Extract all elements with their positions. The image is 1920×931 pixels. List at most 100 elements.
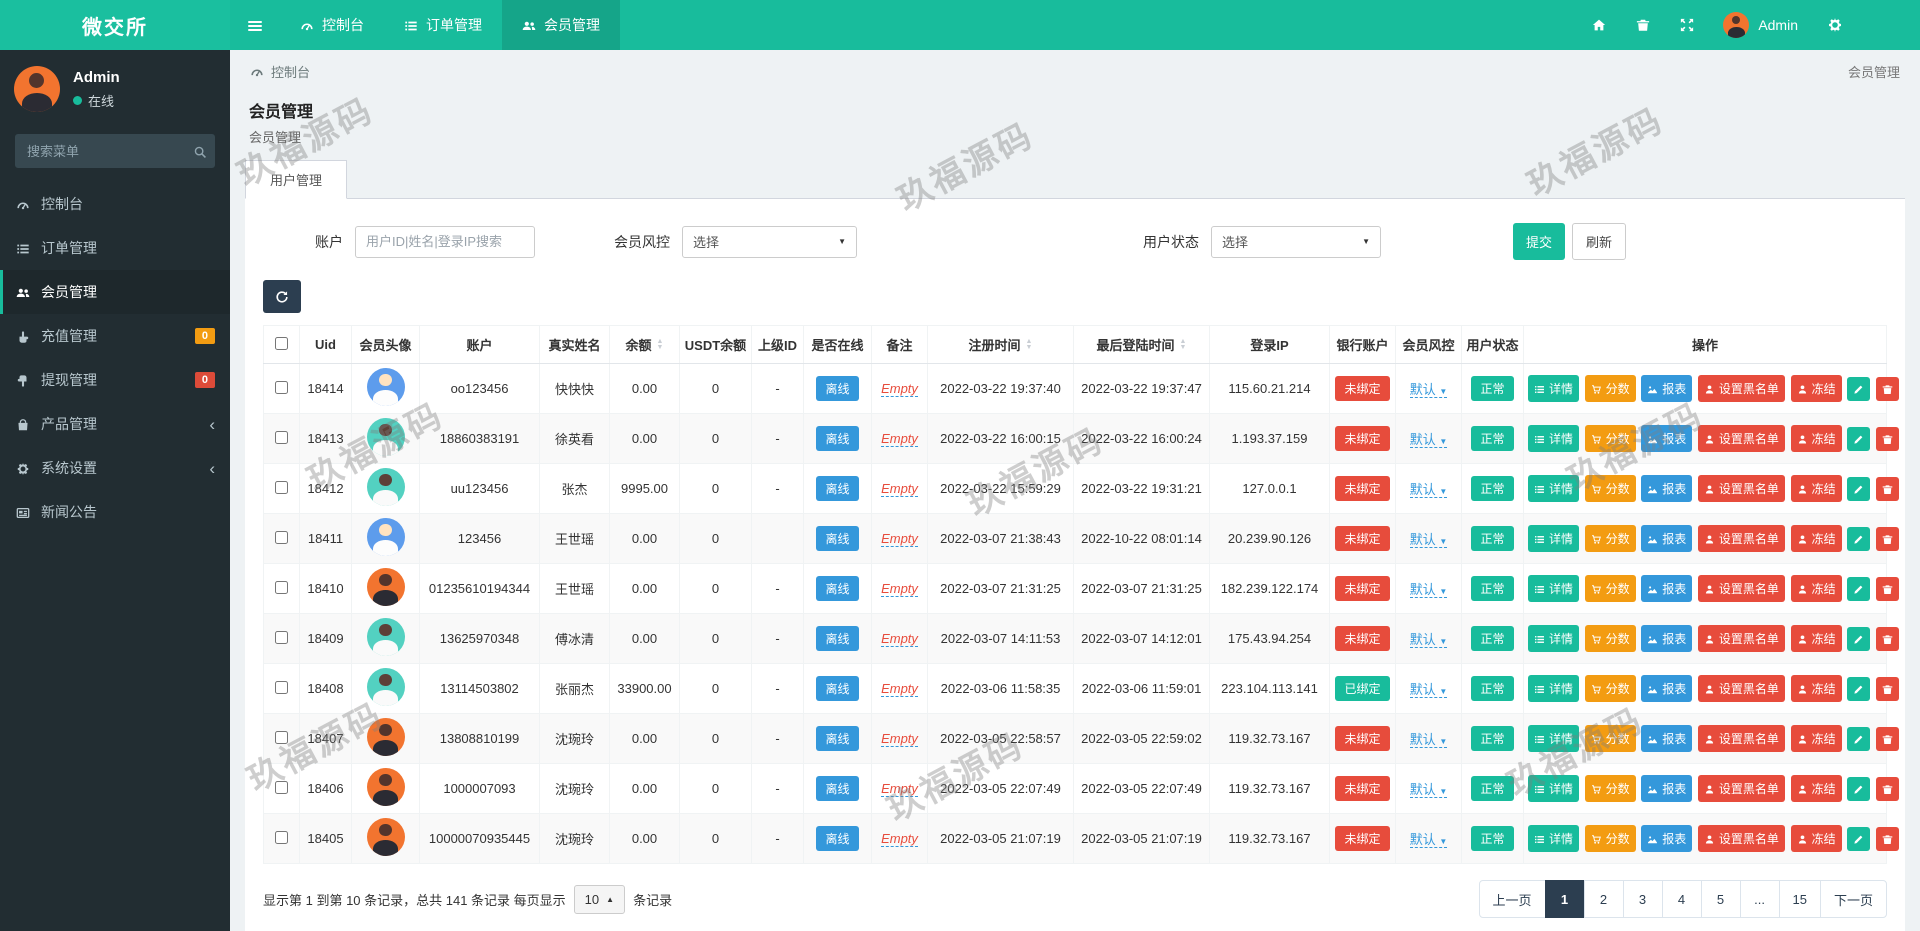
freeze-button[interactable]: 冻结	[1791, 425, 1842, 452]
detail-button[interactable]: 详情	[1528, 625, 1579, 652]
blacklist-button[interactable]: 设置黑名单	[1698, 725, 1785, 752]
nav-item-members[interactable]: 会员管理	[502, 0, 620, 50]
remark-editable-link[interactable]: Empty	[881, 431, 918, 447]
home-icon[interactable]	[1577, 0, 1621, 50]
report-button[interactable]: 报表	[1641, 775, 1692, 802]
score-button[interactable]: 分数	[1585, 825, 1636, 852]
row-checkbox[interactable]	[275, 681, 288, 694]
report-button[interactable]: 报表	[1641, 625, 1692, 652]
risk-select[interactable]: 选择 ▼	[682, 226, 857, 258]
freeze-button[interactable]: 冻结	[1791, 675, 1842, 702]
sidebar-item-orders[interactable]: 订单管理	[0, 226, 230, 270]
risk-control-link[interactable]: 默认 ▼	[1410, 632, 1448, 648]
sort-icon[interactable]: ▲▼	[1180, 339, 1187, 351]
remark-editable-link[interactable]: Empty	[881, 581, 918, 597]
delete-button[interactable]	[1876, 777, 1899, 801]
remark-editable-link[interactable]: Empty	[881, 681, 918, 697]
detail-button[interactable]: 详情	[1528, 825, 1579, 852]
sidebar-item-settings[interactable]: 系统设置 ‹	[0, 446, 230, 490]
delete-button[interactable]	[1876, 577, 1899, 601]
risk-control-link[interactable]: 默认 ▼	[1410, 482, 1448, 498]
risk-control-link[interactable]: 默认 ▼	[1410, 782, 1448, 798]
row-checkbox[interactable]	[275, 831, 288, 844]
menu-search-input[interactable]	[15, 134, 215, 168]
user-menu[interactable]: Admin	[1709, 12, 1812, 38]
row-checkbox[interactable]	[275, 381, 288, 394]
blacklist-button[interactable]: 设置黑名单	[1698, 575, 1785, 602]
remark-editable-link[interactable]: Empty	[881, 831, 918, 847]
edit-button[interactable]	[1847, 577, 1870, 601]
breadcrumb-dashboard-link[interactable]: 控制台	[271, 62, 310, 81]
nav-item-orders[interactable]: 订单管理	[384, 0, 502, 50]
select-all-checkbox[interactable]	[275, 337, 288, 350]
edit-button[interactable]	[1847, 477, 1870, 501]
freeze-button[interactable]: 冻结	[1791, 475, 1842, 502]
edit-button[interactable]	[1847, 677, 1870, 701]
row-checkbox[interactable]	[275, 431, 288, 444]
delete-button[interactable]	[1876, 527, 1899, 551]
blacklist-button[interactable]: 设置黑名单	[1698, 425, 1785, 452]
blacklist-button[interactable]: 设置黑名单	[1698, 825, 1785, 852]
detail-button[interactable]: 详情	[1528, 425, 1579, 452]
sort-icon[interactable]: ▲▼	[1026, 339, 1033, 351]
blacklist-button[interactable]: 设置黑名单	[1698, 475, 1785, 502]
freeze-button[interactable]: 冻结	[1791, 575, 1842, 602]
report-button[interactable]: 报表	[1641, 475, 1692, 502]
blacklist-button[interactable]: 设置黑名单	[1698, 525, 1785, 552]
blacklist-button[interactable]: 设置黑名单	[1698, 675, 1785, 702]
delete-button[interactable]	[1876, 627, 1899, 651]
pagination-button[interactable]: 上一页	[1479, 880, 1546, 918]
risk-control-link[interactable]: 默认 ▼	[1410, 732, 1448, 748]
score-button[interactable]: 分数	[1585, 375, 1636, 402]
account-search-input[interactable]	[355, 226, 535, 258]
pagination-button[interactable]: ...	[1740, 880, 1780, 918]
risk-control-link[interactable]: 默认 ▼	[1410, 382, 1448, 398]
edit-button[interactable]	[1847, 527, 1870, 551]
sidebar-item-withdraw[interactable]: 提现管理 0	[0, 358, 230, 402]
sidebar-item-products[interactable]: 产品管理 ‹	[0, 402, 230, 446]
risk-control-link[interactable]: 默认 ▼	[1410, 682, 1448, 698]
score-button[interactable]: 分数	[1585, 625, 1636, 652]
brand-logo[interactable]: 微交所	[0, 0, 230, 50]
report-button[interactable]: 报表	[1641, 525, 1692, 552]
blacklist-button[interactable]: 设置黑名单	[1698, 775, 1785, 802]
blacklist-button[interactable]: 设置黑名单	[1698, 625, 1785, 652]
report-button[interactable]: 报表	[1641, 825, 1692, 852]
remark-editable-link[interactable]: Empty	[881, 731, 918, 747]
remark-editable-link[interactable]: Empty	[881, 531, 918, 547]
freeze-button[interactable]: 冻结	[1791, 825, 1842, 852]
freeze-button[interactable]: 冻结	[1791, 525, 1842, 552]
detail-button[interactable]: 详情	[1528, 525, 1579, 552]
report-button[interactable]: 报表	[1641, 675, 1692, 702]
row-checkbox[interactable]	[275, 731, 288, 744]
pagination-button[interactable]: 15	[1779, 880, 1821, 918]
risk-control-link[interactable]: 默认 ▼	[1410, 582, 1448, 598]
report-button[interactable]: 报表	[1641, 575, 1692, 602]
score-button[interactable]: 分数	[1585, 475, 1636, 502]
edit-button[interactable]	[1847, 377, 1870, 401]
row-checkbox[interactable]	[275, 581, 288, 594]
remark-editable-link[interactable]: Empty	[881, 381, 918, 397]
edit-button[interactable]	[1847, 627, 1870, 651]
sort-icon[interactable]: ▲▼	[657, 339, 664, 351]
submit-button[interactable]: 提交	[1513, 223, 1565, 260]
report-button[interactable]: 报表	[1641, 425, 1692, 452]
delete-button[interactable]	[1876, 677, 1899, 701]
detail-button[interactable]: 详情	[1528, 675, 1579, 702]
delete-button[interactable]	[1876, 727, 1899, 751]
gears-icon[interactable]	[1812, 0, 1858, 50]
remark-editable-link[interactable]: Empty	[881, 781, 918, 797]
edit-button[interactable]	[1847, 727, 1870, 751]
edit-button[interactable]	[1847, 827, 1870, 851]
row-checkbox[interactable]	[275, 481, 288, 494]
row-checkbox[interactable]	[275, 531, 288, 544]
report-button[interactable]: 报表	[1641, 375, 1692, 402]
pagination-button[interactable]: 4	[1662, 880, 1702, 918]
score-button[interactable]: 分数	[1585, 425, 1636, 452]
detail-button[interactable]: 详情	[1528, 575, 1579, 602]
detail-button[interactable]: 详情	[1528, 375, 1579, 402]
edit-button[interactable]	[1847, 777, 1870, 801]
remark-editable-link[interactable]: Empty	[881, 631, 918, 647]
risk-control-link[interactable]: 默认 ▼	[1410, 532, 1448, 548]
report-button[interactable]: 报表	[1641, 725, 1692, 752]
